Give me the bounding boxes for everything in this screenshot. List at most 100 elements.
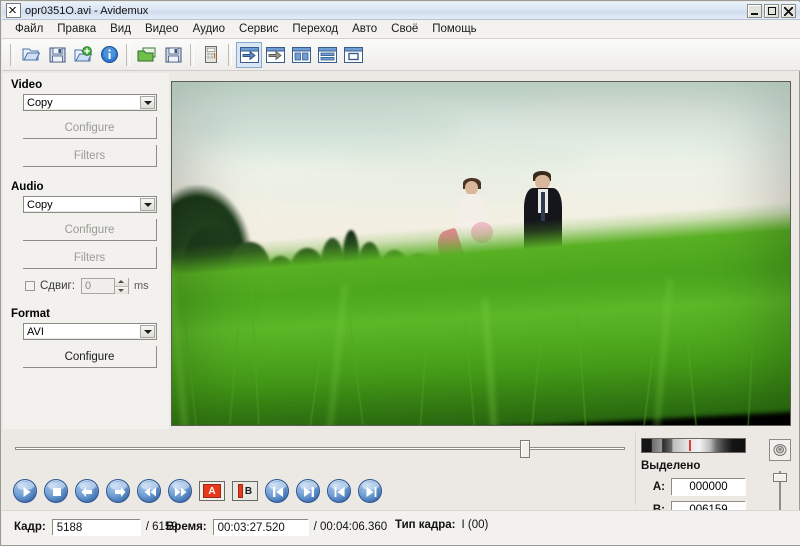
mark-a-button[interactable]: A <box>199 481 225 501</box>
menu-goto[interactable]: Переход <box>285 21 345 37</box>
frametype-group: Тип кадра: I (00) <box>395 519 488 531</box>
calculator-icon <box>205 46 217 63</box>
single-view-button[interactable] <box>340 42 366 68</box>
menu-custom[interactable]: Своё <box>384 21 425 37</box>
show-input-button[interactable] <box>236 41 262 68</box>
close-icon <box>784 6 793 16</box>
double-arrow-right-icon <box>175 487 187 497</box>
play-icon <box>23 487 31 497</box>
file-info-button[interactable] <box>96 42 122 68</box>
arrow-right-icon <box>115 487 126 497</box>
time-input[interactable]: 00:03:27.520 <box>212 519 308 535</box>
menu-help[interactable]: Помощь <box>425 21 483 37</box>
open-project-button[interactable] <box>134 42 160 68</box>
timeline-track[interactable] <box>15 447 625 450</box>
forward-fast-button[interactable] <box>168 479 192 503</box>
spinner-down-icon[interactable] <box>114 286 128 294</box>
next-frame-button[interactable] <box>106 479 130 503</box>
mark-b-button[interactable]: B <box>232 481 258 501</box>
goto-marker-a-button[interactable] <box>265 479 289 503</box>
folder-plus-icon <box>74 46 93 62</box>
split-vertical-button[interactable] <box>288 42 314 68</box>
back-fast-button[interactable] <box>137 479 161 503</box>
marker-a-icon: A <box>203 484 221 498</box>
video-filters-button[interactable]: Filters <box>23 145 157 167</box>
keyframe-density-bar[interactable] <box>641 438 746 453</box>
green-folder-icon <box>137 47 156 62</box>
time-total: / 00:04:06.360 <box>313 521 388 533</box>
panel-divider <box>635 433 636 505</box>
volume-handle[interactable] <box>773 473 787 483</box>
info-circle-icon <box>100 46 118 63</box>
menu-tools[interactable]: Сервис <box>232 21 285 37</box>
calculator-button[interactable] <box>198 42 224 68</box>
save-file-button[interactable] <box>44 42 70 68</box>
menu-edit[interactable]: Правка <box>50 21 103 37</box>
previous-frame-button[interactable] <box>75 479 99 503</box>
open-file-button[interactable] <box>18 42 44 68</box>
play-button[interactable] <box>13 479 37 503</box>
menu-view[interactable]: Вид <box>103 21 138 37</box>
next-keyframe-icon <box>366 487 377 497</box>
save-project-button[interactable] <box>160 42 186 68</box>
floppy-disk-icon <box>49 47 65 63</box>
video-preview[interactable] <box>171 81 791 426</box>
audio-shift-checkbox[interactable] <box>25 281 35 291</box>
audio-configure-button[interactable]: Configure <box>23 219 157 241</box>
menu-video[interactable]: Видео <box>138 21 186 37</box>
menu-file[interactable]: Файл <box>8 21 50 37</box>
time-group: Время: 00:03:27.520 / 00:04:06.360 <box>166 519 387 535</box>
time-label: Время: <box>166 521 207 533</box>
close-button[interactable] <box>781 3 796 18</box>
chevron-down-icon[interactable] <box>140 96 155 109</box>
append-file-button[interactable] <box>70 42 96 68</box>
show-output-button[interactable] <box>262 42 288 68</box>
spinner-buttons[interactable] <box>113 278 128 294</box>
timeline-slider[interactable] <box>9 438 631 460</box>
timeline-handle[interactable] <box>520 440 531 458</box>
volume-button[interactable] <box>769 439 791 461</box>
audio-codec-value: Copy <box>27 198 53 211</box>
chevron-down-icon[interactable] <box>140 198 155 211</box>
audio-shift-label: Сдвиг: <box>40 280 75 292</box>
video-configure-button[interactable]: Configure <box>23 117 157 139</box>
selection-title: Выделено <box>641 460 701 472</box>
marker-a-row: A: 000000 <box>641 478 761 495</box>
chevron-down-icon[interactable] <box>140 325 155 338</box>
format-section-title: Format <box>11 308 50 320</box>
menu-audio[interactable]: Аудио <box>186 21 232 37</box>
format-container-select[interactable]: AVI <box>23 323 157 340</box>
split-horizontal-button[interactable] <box>314 42 340 68</box>
toolbar-separator <box>10 43 14 66</box>
minimize-button[interactable] <box>747 3 762 18</box>
title-bar: opr0351O.avi - Avidemux <box>2 2 800 20</box>
single-pane-icon <box>343 46 363 63</box>
toolbar <box>2 39 800 71</box>
skip-to-start-icon <box>273 487 283 497</box>
audio-codec-select[interactable]: Copy <box>23 196 157 213</box>
maximize-icon <box>768 6 776 15</box>
window-buttons <box>747 3 796 18</box>
goto-marker-b-button[interactable] <box>296 479 320 503</box>
audio-shift-stepper[interactable]: 0 <box>80 278 129 294</box>
stop-button[interactable] <box>44 479 68 503</box>
window-title: opr0351O.avi - Avidemux <box>25 4 149 17</box>
keyframe-position-marker <box>689 440 692 451</box>
format-configure-button[interactable]: Configure <box>23 346 157 368</box>
spinner-up-icon[interactable] <box>114 278 128 287</box>
menu-bar: Файл Правка Вид Видео Аудио Сервис Перех… <box>2 20 800 39</box>
audio-shift-row: Сдвиг: 0 ms <box>25 278 169 294</box>
maximize-button[interactable] <box>764 3 779 18</box>
arrow-left-icon <box>81 487 92 497</box>
audio-filters-button[interactable]: Filters <box>23 247 157 269</box>
frame-input[interactable]: 5188 <box>51 519 140 535</box>
previous-keyframe-button[interactable] <box>327 479 351 503</box>
menu-auto[interactable]: Авто <box>345 21 384 37</box>
next-keyframe-button[interactable] <box>358 479 382 503</box>
audio-section-title: Audio <box>11 181 44 193</box>
marker-a-value[interactable]: 000000 <box>671 478 745 495</box>
video-codec-select[interactable]: Copy <box>23 94 157 111</box>
frametype-label: Тип кадра: <box>395 519 456 531</box>
toolbar-separator-4 <box>228 43 232 66</box>
marker-a-label: A: <box>652 480 665 493</box>
